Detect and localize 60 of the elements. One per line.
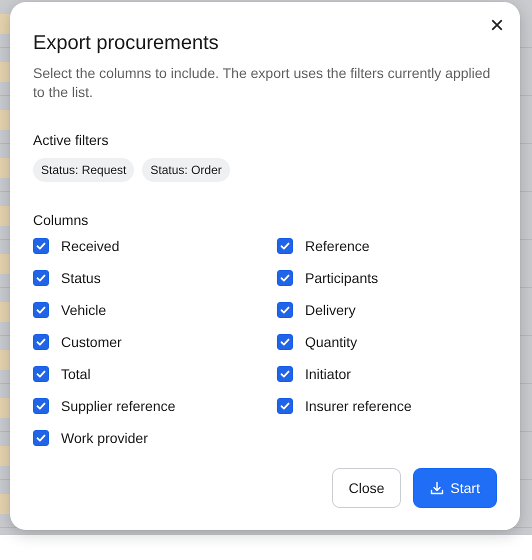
- checkbox[interactable]: [277, 302, 293, 318]
- status-tag: [0, 158, 10, 178]
- filter-chip: Status: Order: [142, 158, 230, 182]
- column-label: Supplier reference: [61, 398, 176, 414]
- checkmark-icon: [279, 304, 291, 316]
- checkmark-icon: [35, 240, 47, 252]
- checkbox[interactable]: [33, 430, 49, 446]
- column-label: Customer: [61, 334, 122, 350]
- download-icon: [430, 481, 444, 495]
- checkbox[interactable]: [277, 334, 293, 350]
- status-tag: [0, 398, 10, 418]
- column-label: Insurer reference: [305, 398, 412, 414]
- status-tag: [0, 446, 10, 466]
- column-label: Participants: [305, 270, 378, 286]
- column-label: Initiator: [305, 366, 351, 382]
- checkbox[interactable]: [33, 270, 49, 286]
- column-label: Quantity: [305, 334, 358, 350]
- checkmark-icon: [279, 240, 291, 252]
- status-tag: [0, 110, 10, 130]
- checkmark-icon: [35, 336, 47, 348]
- column-label: Received: [61, 238, 120, 254]
- checkmark-icon: [35, 368, 47, 380]
- checkmark-icon: [35, 272, 47, 284]
- dialog-title: Export procurements: [33, 32, 220, 55]
- filters-heading: Active filters: [33, 132, 110, 148]
- filter-chip: Status: Request: [33, 158, 134, 182]
- column-label: Status: [61, 270, 101, 286]
- checkmark-icon: [35, 432, 47, 444]
- checkbox[interactable]: [277, 270, 293, 286]
- status-tag: [0, 350, 10, 370]
- checkbox[interactable]: [33, 366, 49, 382]
- status-tag: [0, 206, 10, 226]
- checkbox[interactable]: [277, 366, 293, 382]
- column-label: Total: [61, 366, 91, 382]
- checkmark-icon: [35, 304, 47, 316]
- columns-heading: Columns: [33, 212, 90, 228]
- column-label: Vehicle: [61, 302, 106, 318]
- close-button[interactable]: ×: [488, 14, 506, 38]
- checkbox[interactable]: [33, 398, 49, 414]
- close-dialog-button[interactable]: Close: [332, 468, 402, 508]
- column-label: Delivery: [305, 302, 356, 318]
- checkmark-icon: [279, 336, 291, 348]
- dialog-description: Select the columns to include. The export uses the filters currently applied to the list.: [33, 64, 492, 102]
- status-tag: [0, 254, 10, 274]
- status-tag: [0, 302, 10, 322]
- column-label: Reference: [305, 238, 370, 254]
- status-tag: [0, 494, 10, 514]
- checkbox[interactable]: [277, 398, 293, 414]
- column-label: Work provider: [61, 430, 148, 446]
- checkbox[interactable]: [33, 302, 49, 318]
- checkbox[interactable]: [277, 238, 293, 254]
- checkbox[interactable]: [33, 238, 49, 254]
- checkmark-icon: [279, 400, 291, 412]
- checkmark-icon: [35, 400, 47, 412]
- start-button[interactable]: Start: [413, 468, 497, 508]
- status-tag: [0, 14, 10, 34]
- checkmark-icon: [279, 368, 291, 380]
- status-tag: [0, 62, 10, 82]
- checkbox[interactable]: [33, 334, 49, 350]
- checkmark-icon: [279, 272, 291, 284]
